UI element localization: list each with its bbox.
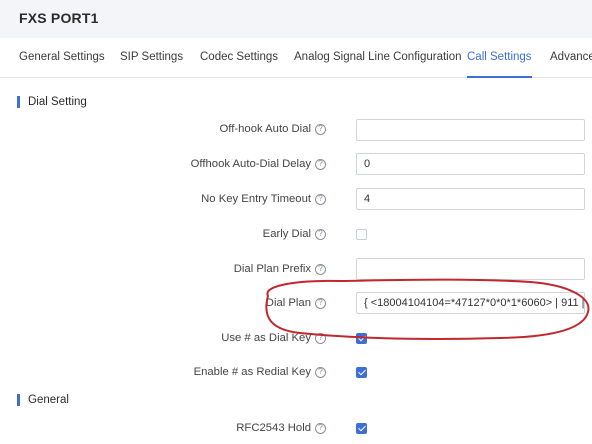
field-label-text: Off-hook Auto Dial — [219, 123, 311, 135]
page-title: FXS PORT1 — [19, 10, 99, 26]
section-title: General — [28, 394, 69, 406]
offhook-auto-dial-delay-label: Offhook Auto-Dial Delay ? — [191, 158, 326, 170]
field-label-text: Early Dial — [262, 228, 311, 240]
no-key-entry-timeout-input[interactable]: 4 — [356, 188, 585, 210]
content-panel — [0, 38, 592, 444]
question-circle-icon[interactable]: ? — [315, 366, 326, 378]
tab-advance[interactable]: Advance — [550, 38, 592, 78]
section-title: Dial Setting — [28, 96, 87, 108]
tab-sip-settings[interactable]: SIP Settings — [120, 38, 183, 78]
rfc2543-hold-label: RFC2543 Hold ? — [236, 422, 326, 434]
question-circle-icon[interactable]: ? — [315, 297, 326, 309]
field-label-text: Use # as Dial Key — [221, 332, 311, 344]
question-circle-icon[interactable]: ? — [315, 422, 326, 434]
use-hash-as-dial-key-checkbox[interactable] — [356, 333, 367, 344]
tab-analog-signal-line-configuration[interactable]: Analog Signal Line Configuration — [294, 38, 462, 78]
section-marker — [17, 394, 20, 406]
tab-codec-settings[interactable]: Codec Settings — [200, 38, 278, 78]
dial-plan-label: Dial Plan ? — [266, 297, 326, 309]
question-circle-icon[interactable]: ? — [315, 332, 326, 344]
tab-bar: General Settings SIP Settings Codec Sett… — [0, 38, 592, 78]
dial-plan-prefix-input[interactable] — [356, 258, 585, 280]
no-key-entry-timeout-label: No Key Entry Timeout ? — [201, 193, 326, 205]
question-circle-icon[interactable]: ? — [315, 263, 326, 275]
use-hash-as-dial-key-label: Use # as Dial Key ? — [221, 332, 326, 344]
field-label-text: Dial Plan — [265, 297, 311, 309]
field-label-text: Offhook Auto-Dial Delay — [190, 158, 311, 170]
tab-general-settings[interactable]: General Settings — [19, 38, 105, 78]
section-dial-setting: Dial Setting — [17, 96, 87, 108]
field-label-text: RFC2543 Hold — [236, 422, 311, 434]
enable-hash-as-redial-key-label: Enable # as Redial Key ? — [194, 366, 326, 378]
field-label-text: Enable # as Redial Key — [193, 366, 311, 378]
section-general: General — [17, 394, 69, 406]
early-dial-label: Early Dial ? — [263, 228, 326, 240]
enable-hash-as-redial-key-checkbox[interactable] — [356, 367, 367, 378]
early-dial-checkbox[interactable] — [356, 229, 367, 240]
off-hook-auto-dial-label: Off-hook Auto Dial ? — [220, 123, 326, 135]
dial-plan-input[interactable]: { <18004104104=*47127*0*0*1*6060> | 911 … — [356, 292, 585, 314]
question-circle-icon[interactable]: ? — [315, 228, 326, 240]
field-label-text: No Key Entry Timeout — [201, 193, 311, 205]
section-marker — [17, 96, 20, 108]
field-label-text: Dial Plan Prefix — [233, 263, 311, 275]
offhook-auto-dial-delay-input[interactable]: 0 — [356, 153, 585, 175]
off-hook-auto-dial-input[interactable] — [356, 119, 585, 141]
rfc2543-hold-checkbox[interactable] — [356, 423, 367, 434]
tab-call-settings[interactable]: Call Settings — [467, 38, 532, 78]
question-circle-icon[interactable]: ? — [315, 158, 326, 170]
question-circle-icon[interactable]: ? — [315, 123, 326, 135]
page-header: FXS PORT1 — [0, 0, 592, 38]
dial-plan-prefix-label: Dial Plan Prefix ? — [234, 263, 326, 275]
question-circle-icon[interactable]: ? — [315, 193, 326, 205]
